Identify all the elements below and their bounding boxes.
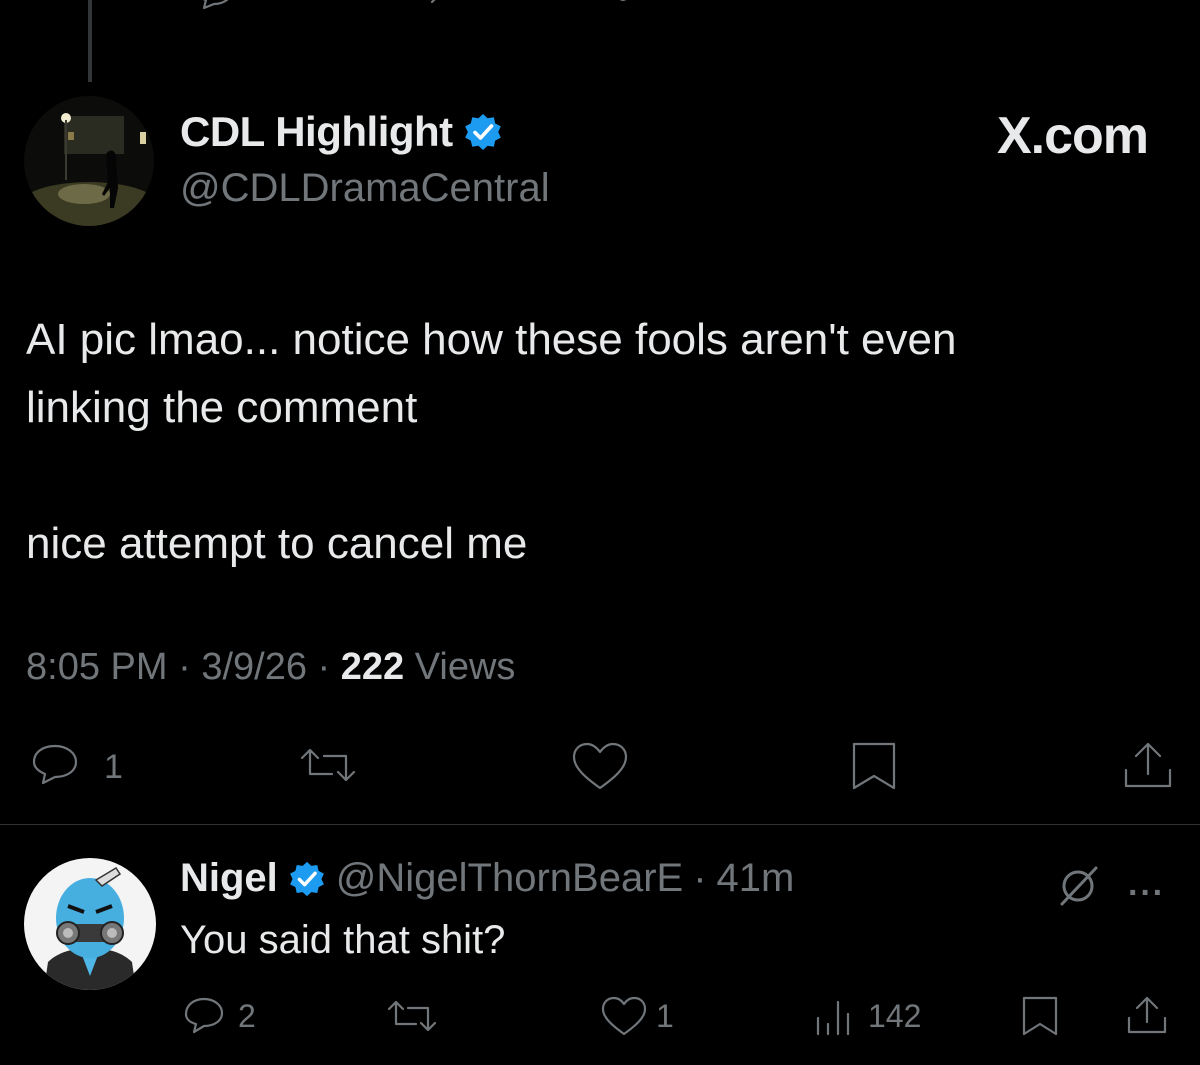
meta-separator: · xyxy=(178,646,191,688)
author-name-row: CDL Highlight xyxy=(180,108,503,156)
verified-badge-icon xyxy=(289,861,324,896)
meta-separator: · xyxy=(317,646,331,688)
reply-author-name[interactable]: Nigel xyxy=(180,856,278,901)
share-icon[interactable] xyxy=(1120,740,1176,794)
reply-icon[interactable] xyxy=(26,740,86,790)
reply-text: You said that shit? xyxy=(180,918,506,962)
tweet-date[interactable]: 3/9/26 xyxy=(201,646,307,688)
author-avatar[interactable] xyxy=(24,96,154,226)
tweet-action-bar: 1 xyxy=(0,736,1200,796)
views-count: 142 xyxy=(868,998,922,1034)
tweet-text-line: nice attempt to cancel me xyxy=(26,519,528,568)
like-count: 1 xyxy=(656,998,674,1034)
views-icon[interactable] xyxy=(812,994,856,1038)
reply-count: 1 xyxy=(104,748,123,786)
grok-icon[interactable] xyxy=(1054,860,1104,910)
reply-age[interactable]: 41m xyxy=(717,856,795,901)
bookmark-icon[interactable] xyxy=(846,740,902,794)
bookmark-icon[interactable] xyxy=(1018,994,1062,1038)
like-icon[interactable] xyxy=(568,740,632,794)
bookmark-icon[interactable] xyxy=(1018,0,1062,18)
repost-icon[interactable] xyxy=(384,994,440,1038)
reply-icon[interactable] xyxy=(190,0,240,18)
author-name[interactable]: CDL Highlight xyxy=(180,108,453,156)
reply-author-handle[interactable]: @NigelThornBearE xyxy=(336,856,683,901)
reply-icon[interactable] xyxy=(180,994,230,1038)
verified-badge-icon xyxy=(464,114,501,150)
share-icon[interactable] xyxy=(1124,0,1172,18)
tweet-text-line: linking the comment xyxy=(26,383,418,432)
share-icon[interactable] xyxy=(1124,994,1170,1038)
views-icon[interactable] xyxy=(810,0,854,18)
repost-icon[interactable] xyxy=(296,740,360,790)
previous-views-count: 247 xyxy=(868,0,921,5)
tweet-time[interactable]: 8:05 PM xyxy=(26,646,168,688)
views-count: 222 xyxy=(340,646,405,688)
reply-action-bar: 2 1 142 xyxy=(0,990,1200,1040)
previous-tweet-action-bar: 1 247 xyxy=(0,0,1200,22)
like-icon[interactable] xyxy=(596,0,650,18)
previous-reply-count: 1 xyxy=(244,0,262,7)
views-label: Views xyxy=(414,646,516,688)
repost-icon[interactable] xyxy=(394,0,444,18)
tweet-text: AI pic lmao... notice how these fools ar… xyxy=(26,306,1156,578)
like-icon[interactable] xyxy=(598,994,650,1038)
reply-header: Nigel @NigelThornBearE · 41m xyxy=(180,856,794,901)
divider xyxy=(0,824,1200,825)
reply-count: 2 xyxy=(238,998,256,1034)
thread-connector-line xyxy=(88,0,92,82)
tweet-text-line: AI pic lmao... notice how these fools ar… xyxy=(26,315,957,364)
author-handle[interactable]: @CDLDramaCentral xyxy=(180,166,550,211)
reply-author-avatar[interactable] xyxy=(24,858,156,990)
brand-watermark: X.com xyxy=(996,107,1149,165)
more-options-icon[interactable]: ··· xyxy=(1128,874,1165,913)
tweet-meta: 8:05 PM · 3/9/26 · 222 Views xyxy=(26,646,515,689)
meta-separator: · xyxy=(693,856,707,900)
